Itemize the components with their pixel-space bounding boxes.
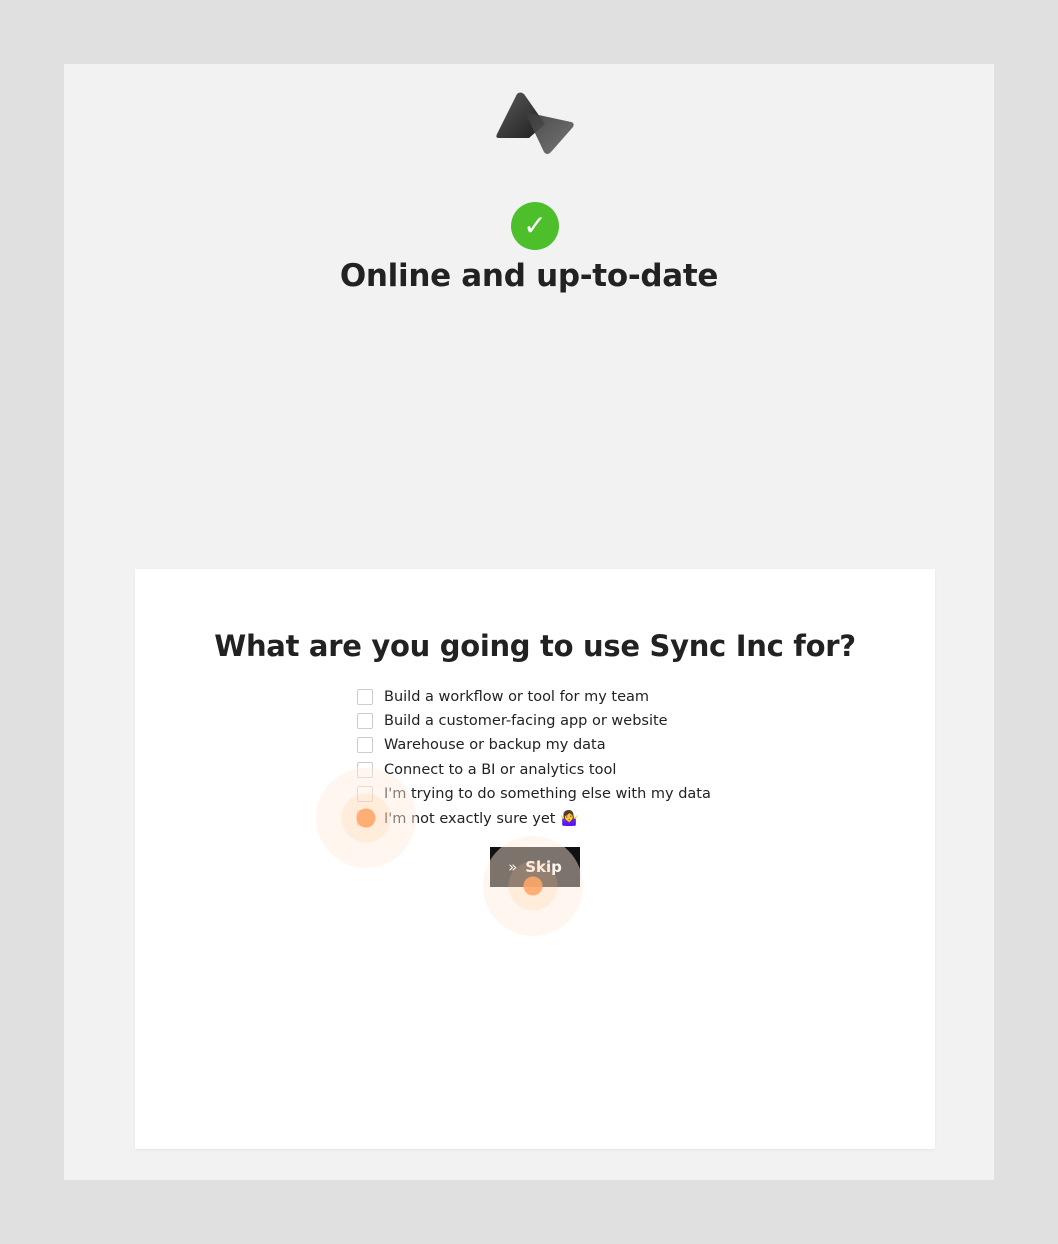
option-label: Connect to a BI or analytics tool <box>384 761 617 778</box>
option-label: Build a customer-facing app or website <box>384 713 668 730</box>
sync-inc-logo-icon <box>496 92 574 154</box>
option-build-workflow[interactable]: Build a workflow or tool for my team <box>357 685 711 709</box>
option-checkbox[interactable] <box>357 785 373 802</box>
option-checkbox[interactable] <box>357 737 373 754</box>
option-label: Warehouse or backup my data <box>384 737 606 754</box>
survey-question: What are you going to use Sync Inc for? <box>214 629 856 663</box>
option-checkbox[interactable] <box>357 761 373 778</box>
option-checkbox[interactable] <box>357 713 373 730</box>
option-label: Build a workflow or tool for my team <box>384 689 650 706</box>
option-label: I'm not exactly sure yet 🤷‍♀️ <box>384 810 579 827</box>
double-chevron-right-icon: » <box>508 858 518 876</box>
option-checkbox[interactable] <box>357 689 373 706</box>
option-checkbox[interactable] <box>357 810 373 827</box>
check-circle-icon: ✓ <box>511 202 559 250</box>
survey-options: Build a workflow or tool for my team Bui… <box>357 685 711 830</box>
option-not-sure[interactable]: I'm not exactly sure yet 🤷‍♀️ <box>357 806 711 830</box>
status-title: Online and up-to-date <box>339 258 719 294</box>
survey-card: What are you going to use Sync Inc for? … <box>135 569 935 1149</box>
skip-label: Skip <box>525 858 562 876</box>
option-warehouse-backup[interactable]: Warehouse or backup my data <box>357 733 711 757</box>
option-label: I'm trying to do something else with my … <box>384 785 711 802</box>
option-something-else[interactable]: I'm trying to do something else with my … <box>357 782 711 806</box>
option-customer-facing-app[interactable]: Build a customer-facing app or website <box>357 709 711 733</box>
skip-button[interactable]: » Skip <box>490 847 580 887</box>
app-frame: ✓ Online and up-to-date What are you goi… <box>64 64 994 1180</box>
option-bi-analytics[interactable]: Connect to a BI or analytics tool <box>357 758 711 782</box>
